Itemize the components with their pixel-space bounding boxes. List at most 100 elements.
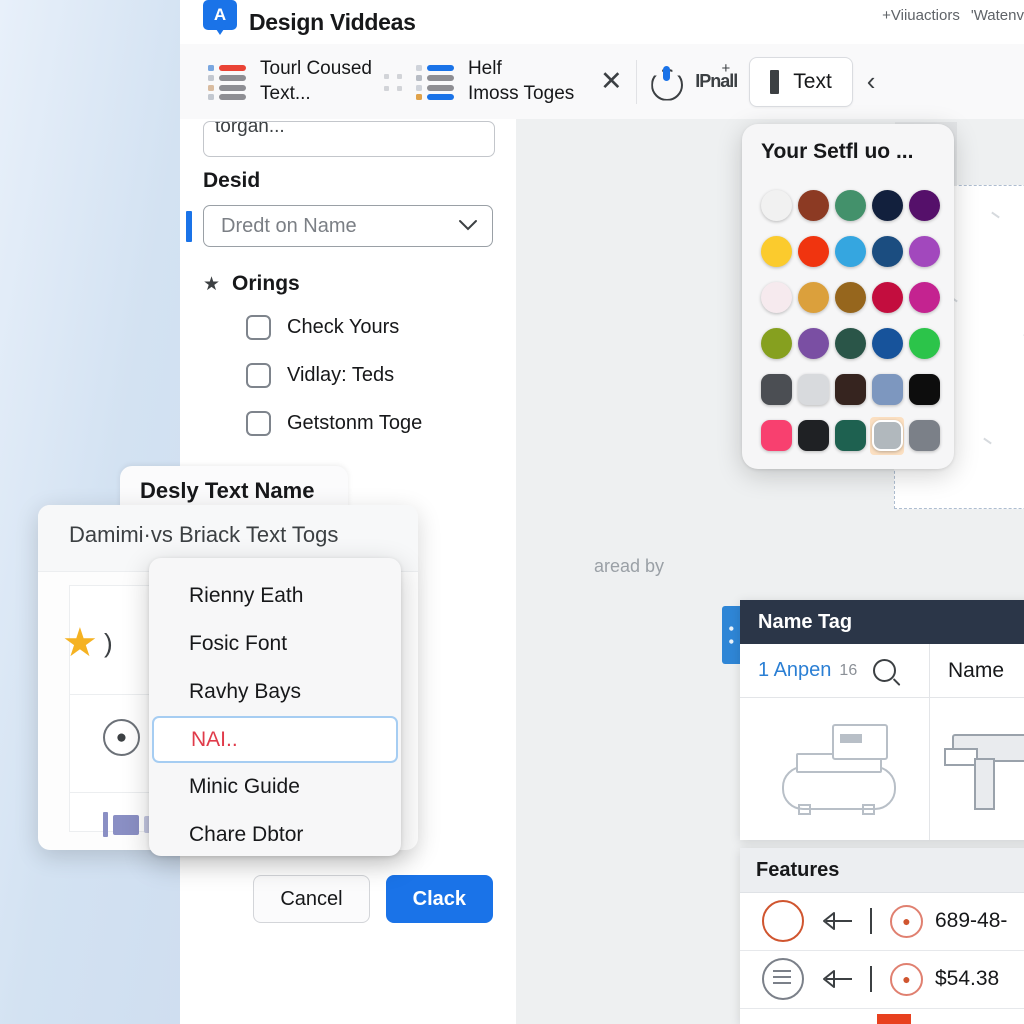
color-swatch-fill <box>797 419 829 451</box>
color-swatch-26[interactable] <box>795 412 831 458</box>
confirm-button[interactable]: Clack <box>385 875 493 923</box>
canvas-hint-text: aread by <box>594 556 665 576</box>
color-swatch-fill <box>908 327 940 359</box>
color-swatch-fill <box>834 373 866 405</box>
color-swatch-21[interactable] <box>795 366 831 412</box>
table-row[interactable]: ● 689-48- <box>740 892 1024 951</box>
tab-anpen-count: 16 <box>839 661 858 679</box>
toolbar-item-1[interactable]: Helf Imoss Toges <box>406 44 584 119</box>
toolbar-item-1-line1: Helf <box>467 58 502 80</box>
features-row-0-value: 689-48- <box>935 909 1008 932</box>
desid-select[interactable]: Dredt on Name <box>203 205 493 247</box>
checkbox-row-2[interactable]: Getstonm Toge <box>246 411 422 436</box>
color-swatch-22[interactable] <box>832 366 868 412</box>
color-swatch-23[interactable] <box>869 366 905 412</box>
font-dropdown-menu[interactable]: Rienny Eath Fosic Font Ravhy Bays NAI.. Mini… <box>149 558 401 856</box>
title-right-text-2: 'Watenv <box>970 6 1024 24</box>
color-swatch-fill <box>834 327 866 359</box>
chevron-left-icon[interactable]: ‹ <box>867 66 876 97</box>
color-swatch-8[interactable] <box>869 228 905 274</box>
toolbar: Tourl Coused Text... Helf Imoss Toges ✕ … <box>180 44 1024 120</box>
name-tag-thumb-1[interactable] <box>740 698 931 840</box>
color-swatch-fill <box>908 235 940 267</box>
title-bar-right: +Viiuactiors 'Watenv <box>882 0 1024 30</box>
toolbar-item-0-label: Tourl Coused Text... <box>260 57 372 106</box>
name-tag-side-tab[interactable]: ● ● <box>722 606 740 664</box>
color-swatch-fill <box>834 189 866 221</box>
color-swatch-fill <box>760 327 792 359</box>
color-swatch-10[interactable] <box>758 274 794 320</box>
color-swatch-9[interactable] <box>906 228 942 274</box>
table-row[interactable]: ● $54.38 <box>740 950 1024 1009</box>
search-icon[interactable] <box>873 659 897 682</box>
color-swatch-25[interactable] <box>758 412 794 458</box>
text-tool-button[interactable]: Text <box>749 56 853 107</box>
cancel-button[interactable]: Cancel <box>253 875 370 923</box>
color-chip[interactable] <box>877 1014 911 1024</box>
color-swatch-0[interactable] <box>758 182 794 228</box>
dialog-back-title: Desly Text Name <box>140 478 315 503</box>
color-swatch-16[interactable] <box>795 320 831 366</box>
color-swatch-14[interactable] <box>906 274 942 320</box>
dropdown-item-5[interactable]: Chare Dbtor <box>149 811 401 859</box>
orings-group-label: Orings <box>232 272 300 295</box>
color-swatch-fill <box>797 373 829 405</box>
close-icon[interactable]: ✕ <box>590 61 632 103</box>
checkbox-0[interactable] <box>246 315 271 340</box>
top-text-input[interactable]: torgan... <box>203 121 495 157</box>
title-right-text-1: +Viiuactiors <box>882 6 960 24</box>
color-swatch-29[interactable] <box>906 412 942 458</box>
color-swatch-11[interactable] <box>795 274 831 320</box>
ipn-plus-icon: + <box>721 60 731 77</box>
dropdown-item-4[interactable]: Minic Guide <box>149 763 401 811</box>
features-header: Features <box>740 848 1024 893</box>
avatar-badge-icon: ● <box>103 719 140 756</box>
toolbar-item-0[interactable]: Tourl Coused Text... <box>180 44 382 119</box>
checkbox-row-1[interactable]: Vidlay: Teds <box>246 363 394 388</box>
focus-indicator <box>186 211 192 242</box>
power-icon[interactable] <box>641 57 691 107</box>
tab-anpen[interactable]: 1 Anpen 16 <box>740 644 930 698</box>
color-swatch-2[interactable] <box>832 182 868 228</box>
dropdown-item-1[interactable]: Fosic Font <box>149 620 401 668</box>
color-swatch-4[interactable] <box>906 182 942 228</box>
color-swatch-5[interactable] <box>758 228 794 274</box>
color-swatch-7[interactable] <box>832 228 868 274</box>
drag-handle[interactable] <box>383 66 404 98</box>
color-swatch-27[interactable] <box>832 412 868 458</box>
color-swatch-fill <box>760 281 792 313</box>
color-swatch-12[interactable] <box>832 274 868 320</box>
color-swatch-13[interactable] <box>869 274 905 320</box>
color-swatch-fill <box>908 281 940 313</box>
color-swatch-28[interactable] <box>869 412 905 458</box>
star-icon: ★) <box>62 621 113 665</box>
color-swatch-3[interactable] <box>869 182 905 228</box>
color-swatch-15[interactable] <box>758 320 794 366</box>
text-tool-label: Text <box>793 69 832 93</box>
color-swatch-6[interactable] <box>795 228 831 274</box>
checkbox-1[interactable] <box>246 363 271 388</box>
ipn-icon[interactable]: + IPnall <box>691 57 741 107</box>
title-bar: A Design Viddeas +Viiuactiors 'Watenv <box>180 0 1024 45</box>
features-row-1-value: $54.38 <box>935 967 1000 990</box>
tab-name[interactable]: Name <box>930 644 1024 698</box>
dropdown-item-0[interactable]: Rienny Eath <box>149 572 401 620</box>
color-swatch-18[interactable] <box>869 320 905 366</box>
color-swatch-17[interactable] <box>832 320 868 366</box>
color-swatch-fill <box>760 419 792 451</box>
color-swatch-19[interactable] <box>906 320 942 366</box>
name-tag-thumb-2[interactable] <box>930 698 1024 840</box>
color-swatch-20[interactable] <box>758 366 794 412</box>
dropdown-item-3[interactable]: NAI.. <box>152 716 398 763</box>
color-swatch-fill <box>797 327 829 359</box>
row-divider <box>870 966 872 992</box>
color-swatch-24[interactable] <box>906 366 942 412</box>
checkbox-2[interactable] <box>246 411 271 436</box>
person-icon: ● <box>890 962 923 996</box>
color-swatch-1[interactable] <box>795 182 831 228</box>
color-swatch-fill <box>871 327 903 359</box>
toolbar-item-0-line2: Text... <box>260 82 311 104</box>
dropdown-item-2[interactable]: Ravhy Bays <box>149 668 401 716</box>
star-icon: ★ <box>203 273 221 295</box>
checkbox-row-0[interactable]: Check Yours <box>246 315 399 340</box>
